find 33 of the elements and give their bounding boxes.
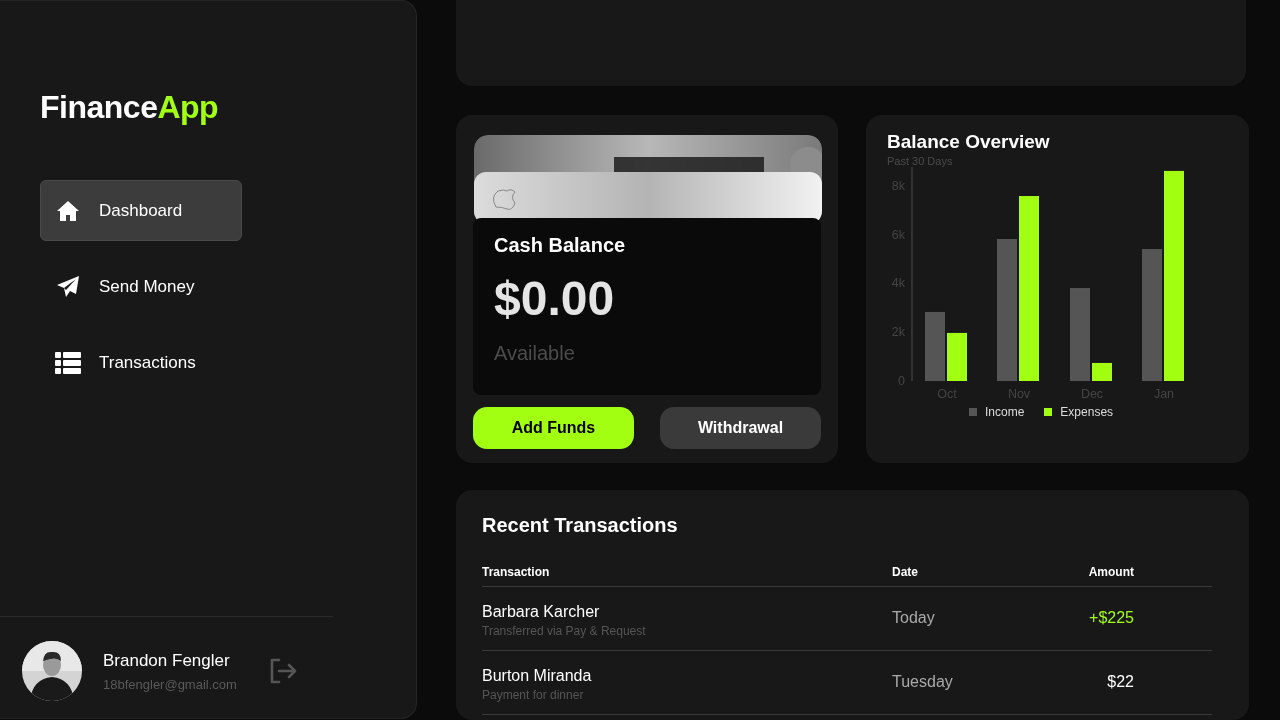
nav-item[interactable]: Transactions <box>40 332 242 393</box>
transaction-amount: +$225 <box>1088 609 1134 628</box>
paper-plane-icon <box>55 274 81 299</box>
user-email: 18bfengler@gmail.com <box>103 676 238 692</box>
list-icon <box>55 351 81 374</box>
legend-label: Expenses <box>1060 404 1114 419</box>
column-header: Date <box>892 564 919 579</box>
chart-bar <box>1092 362 1112 381</box>
balance-amount: $0.00 <box>494 270 616 326</box>
transaction-name: Burton Miranda <box>482 666 593 685</box>
balance-caption: Available <box>494 341 576 365</box>
logout-icon[interactable] <box>269 658 297 684</box>
chart-title: Balance Overview <box>887 130 1051 153</box>
transaction-date: Today <box>892 609 936 628</box>
column-header: Amount <box>1087 564 1134 579</box>
app-logo: FinanceApp <box>40 89 219 126</box>
transaction-note: Transferred via Pay & Request <box>482 623 647 638</box>
column-header: Transaction <box>482 564 551 579</box>
transaction-amount: $22 <box>1106 673 1134 692</box>
withdrawal-button[interactable]: Withdrawal <box>660 406 821 449</box>
section-title: Recent Transactions <box>482 513 679 537</box>
user-name: Brandon Fengler <box>103 650 231 671</box>
transaction-date: Tuesday <box>892 673 954 692</box>
add-funds-button[interactable]: Add Funds <box>473 406 634 449</box>
card-title: Cash Balance <box>494 233 627 257</box>
nav-item[interactable]: Send Money <box>40 256 242 317</box>
transaction-note: Payment for dinner <box>482 687 585 702</box>
nav-item[interactable]: Dashboard <box>40 180 242 241</box>
chart-bar <box>947 332 967 381</box>
legend-label: Income <box>985 404 1025 419</box>
home-icon <box>55 198 81 223</box>
chart-bar <box>925 311 945 381</box>
transaction-name: Barbara Karcher <box>482 602 601 621</box>
